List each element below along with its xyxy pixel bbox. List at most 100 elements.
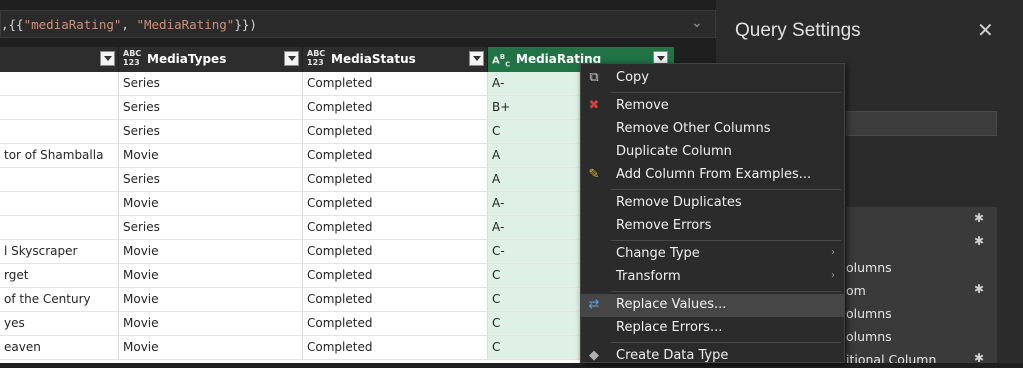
column-filter-button[interactable] [469, 51, 484, 66]
table-cell[interactable]: Movie [119, 312, 303, 335]
formula-text[interactable]: ,{{"mediaRating", "MediaRating"}}) [1, 17, 257, 32]
applied-step[interactable]: olumns [846, 258, 997, 280]
any-type-icon[interactable]: ABC 123 [123, 49, 141, 67]
menu-item-add-column-from-examples[interactable]: ✎ Add Column From Examples... [581, 164, 844, 187]
menu-item-replace-errors[interactable]: Replace Errors... [581, 317, 844, 340]
type-label: 123 [307, 58, 324, 67]
table-cell[interactable]: Movie [119, 144, 303, 167]
table-row: tor of Shamballa Movie Completed A [0, 144, 675, 168]
applied-step-label: olumns [846, 260, 892, 275]
panel-title: Query Settings [735, 20, 861, 41]
table-row: yes Movie Completed C [0, 312, 675, 336]
menu-item-create-data-type[interactable]: ◆ Create Data Type [581, 345, 844, 368]
type-label: 123 [123, 58, 140, 67]
table-cell[interactable]: eaven [0, 336, 119, 359]
table-cell[interactable]: Completed [303, 168, 488, 191]
table-cell[interactable]: Completed [303, 120, 488, 143]
table-cell[interactable]: Movie [119, 192, 303, 215]
table-cell[interactable] [0, 168, 119, 191]
table-cell[interactable]: Completed [303, 312, 488, 335]
chevron-right-icon: › [831, 247, 835, 258]
table-cell[interactable]: tor of Shamballa [0, 144, 119, 167]
applied-step[interactable]: itional Column ✱ [846, 350, 997, 363]
menu-item-label: Add Column From Examples... [616, 167, 812, 182]
column-filter-button[interactable] [284, 51, 299, 66]
table-cell[interactable]: yes [0, 312, 119, 335]
type-label: ABC [307, 49, 326, 58]
menu-item-remove-errors[interactable]: Remove Errors [581, 215, 844, 238]
table-cell[interactable]: Series [119, 216, 303, 239]
examples-icon: ✎ [588, 167, 600, 182]
table-row: Series Completed B+ [0, 96, 675, 120]
formula-part: }}) [234, 17, 257, 32]
menu-item-remove-other-columns[interactable]: Remove Other Columns [581, 118, 844, 141]
table-cell[interactable]: Movie [119, 264, 303, 287]
table-cell[interactable]: Movie [119, 336, 303, 359]
applied-step[interactable]: olumns [846, 304, 997, 326]
table-cell[interactable] [0, 216, 119, 239]
table-cell[interactable]: Series [119, 168, 303, 191]
table-cell[interactable]: Completed [303, 192, 488, 215]
table-cell[interactable]: Series [119, 72, 303, 95]
table-cell[interactable] [0, 192, 119, 215]
column-title: MediaTypes [147, 52, 227, 66]
menu-item-label: Duplicate Column [616, 144, 732, 159]
menu-item-replace-values[interactable]: ⇄ Replace Values... [581, 294, 844, 317]
menu-item-label: Remove Errors [616, 218, 712, 233]
column-header-mediatypes[interactable]: ABC 123 MediaTypes [119, 47, 303, 72]
table-cell[interactable]: rget [0, 264, 119, 287]
menu-item-change-type[interactable]: Change Type › [581, 243, 844, 266]
any-type-icon[interactable]: ABC 123 [307, 49, 325, 67]
menu-item-duplicate-column[interactable]: Duplicate Column [581, 141, 844, 164]
menu-item-label: Remove Duplicates [616, 195, 742, 210]
table-cell[interactable]: Series [119, 120, 303, 143]
table-cell[interactable]: Completed [303, 72, 488, 95]
formula-bar[interactable]: ,{{"mediaRating", "MediaRating"}}) ⌄ [0, 10, 716, 38]
table-cell[interactable]: Completed [303, 336, 488, 359]
gear-icon[interactable]: ✱ [974, 234, 984, 248]
table-cell[interactable]: Series [119, 96, 303, 119]
menu-item-copy[interactable]: ⧉ Copy [581, 67, 844, 90]
query-name-input[interactable] [846, 111, 997, 136]
column-title: MediaStatus [331, 52, 416, 66]
gear-icon[interactable]: ✱ [974, 211, 984, 225]
applied-step-label: itional Column [846, 352, 937, 363]
gear-icon[interactable]: ✱ [974, 351, 984, 363]
applied-step[interactable]: ✱ [846, 210, 997, 232]
menu-item-transform[interactable]: Transform › [581, 266, 844, 289]
menu-separator [611, 189, 841, 190]
column-header[interactable] [0, 47, 119, 72]
table-cell[interactable]: of the Century [0, 288, 119, 311]
applied-step[interactable]: olumns [846, 327, 997, 349]
applied-step[interactable]: om ✱ [846, 281, 997, 303]
copy-icon: ⧉ [589, 70, 599, 85]
table-cell[interactable] [0, 72, 119, 95]
table-cell[interactable]: Completed [303, 240, 488, 263]
close-icon[interactable]: ✕ [977, 18, 994, 42]
remove-icon: ✖ [588, 98, 600, 113]
table-cell[interactable]: Movie [119, 288, 303, 311]
table-cell[interactable]: Completed [303, 144, 488, 167]
table-cell[interactable] [0, 120, 119, 143]
table-cell[interactable]: Completed [303, 264, 488, 287]
applied-step[interactable]: ✱ [846, 233, 997, 255]
table-cell[interactable]: Movie [119, 240, 303, 263]
table-row: of the Century Movie Completed C [0, 288, 675, 312]
table-cell[interactable]: Completed [303, 216, 488, 239]
text-type-icon[interactable]: ABC [492, 53, 510, 69]
chevron-down-icon[interactable]: ⌄ [691, 15, 703, 31]
formula-string: "MediaRating" [136, 17, 235, 32]
table-cell[interactable]: Completed [303, 96, 488, 119]
menu-item-remove-duplicates[interactable]: Remove Duplicates [581, 192, 844, 215]
table-cell[interactable]: Completed [303, 288, 488, 311]
table-row: Series Completed A [0, 168, 675, 192]
menu-item-label: Replace Values... [616, 297, 727, 312]
table-cell[interactable] [0, 96, 119, 119]
column-header-mediastatus[interactable]: ABC 123 MediaStatus [303, 47, 488, 72]
table-cell[interactable]: l Skyscraper [0, 240, 119, 263]
menu-item-label: Transform [616, 269, 681, 284]
data-type-icon: ◆ [589, 348, 599, 363]
gear-icon[interactable]: ✱ [974, 282, 984, 296]
column-filter-button[interactable] [100, 51, 115, 66]
menu-item-remove[interactable]: ✖ Remove [581, 95, 844, 118]
